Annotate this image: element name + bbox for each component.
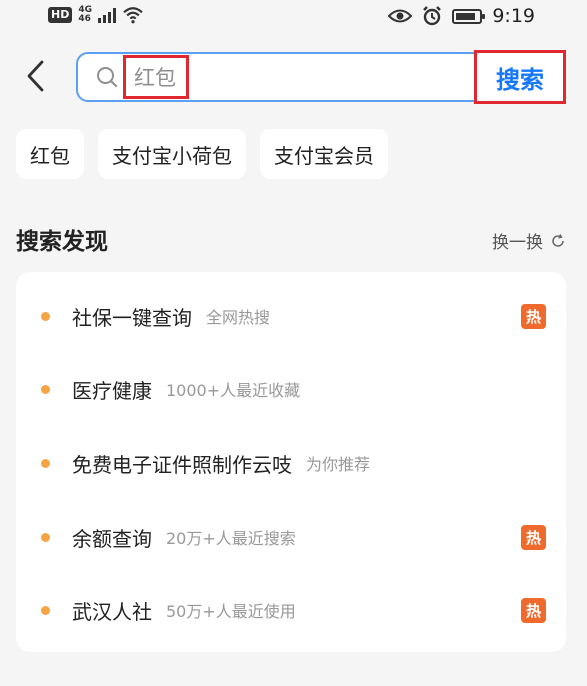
- network-sub-label: 46: [78, 14, 91, 24]
- chip-hongbao[interactable]: 红包: [16, 129, 84, 179]
- discover-item-title: 武汉人社: [72, 599, 152, 624]
- suggestion-chips: 红包 支付宝小荷包 支付宝会员: [16, 129, 388, 179]
- discover-item-title: 医疗健康: [72, 378, 152, 403]
- chip-xiaohebao[interactable]: 支付宝小荷包: [98, 129, 246, 179]
- discover-item-subtitle: 50万+人最近使用: [166, 602, 296, 621]
- discover-item-subtitle: 为你推荐: [306, 455, 371, 474]
- discover-item-text: 余额查询 20万+人最近搜索: [72, 517, 296, 557]
- discover-item-title: 余额查询: [72, 526, 152, 551]
- bullet-dot: [41, 606, 50, 615]
- hot-badge: 热: [521, 525, 546, 550]
- search-button[interactable]: 搜索: [474, 50, 566, 104]
- bullet-dot: [41, 533, 50, 542]
- discover-item-subtitle: 20万+人最近搜索: [166, 529, 296, 548]
- battery-level: [456, 12, 476, 20]
- refresh-label: 换一换: [492, 233, 543, 253]
- status-left: HD 4G 46: [48, 6, 144, 24]
- refresh-icon: [552, 233, 564, 247]
- eye-icon: [388, 9, 413, 23]
- discover-item-title: 社保一键查询: [72, 305, 192, 330]
- discover-item-subtitle: 全网热搜: [206, 308, 271, 327]
- search-icon: [97, 67, 118, 88]
- hot-badge: 热: [521, 304, 546, 329]
- clock: 9:19: [492, 5, 535, 27]
- discover-item-text: 医疗健康 1000+人最近收藏: [72, 369, 300, 409]
- discover-item[interactable]: 社保一键查询 全网热搜 热: [16, 296, 566, 336]
- bullet-dot: [41, 312, 50, 321]
- discover-title: 搜索发现: [16, 229, 108, 255]
- bullet-dot: [41, 459, 50, 468]
- bullet-dot: [41, 385, 50, 394]
- hot-badge: 热: [521, 598, 546, 623]
- discover-item[interactable]: 免费电子证件照制作云吱 为你推荐: [16, 443, 566, 483]
- discover-item-text: 免费电子证件照制作云吱 为你推荐: [72, 443, 370, 483]
- discover-item-subtitle: 1000+人最近收藏: [166, 381, 301, 400]
- discover-item[interactable]: 医疗健康 1000+人最近收藏: [16, 369, 566, 409]
- refresh-button[interactable]: 换一换: [492, 228, 565, 253]
- status-bar: HD 4G 46 9:19: [0, 0, 587, 36]
- discover-item-text: 武汉人社 50万+人最近使用: [72, 590, 296, 630]
- search-input[interactable]: 红包: [123, 55, 189, 99]
- discover-item[interactable]: 余额查询 20万+人最近搜索 热: [16, 517, 566, 557]
- hd-badge: HD: [48, 7, 73, 23]
- chip-member[interactable]: 支付宝会员: [260, 129, 388, 179]
- discover-item[interactable]: 武汉人社 50万+人最近使用 热: [16, 590, 566, 630]
- wifi-icon: [123, 7, 143, 24]
- battery-icon: [452, 8, 486, 24]
- discover-list: 社保一键查询 全网热搜 热 医疗健康 1000+人最近收藏 免费电子证件照制作云…: [16, 272, 566, 652]
- discover-item-title: 免费电子证件照制作云吱: [72, 452, 292, 477]
- alarm-icon: [423, 6, 442, 26]
- discover-item-text: 社保一键查询 全网热搜: [72, 296, 270, 336]
- signal-icon: [98, 7, 116, 23]
- back-icon[interactable]: [22, 58, 50, 94]
- status-right: 9:19: [388, 5, 535, 27]
- network-type: 4G 46: [78, 6, 92, 24]
